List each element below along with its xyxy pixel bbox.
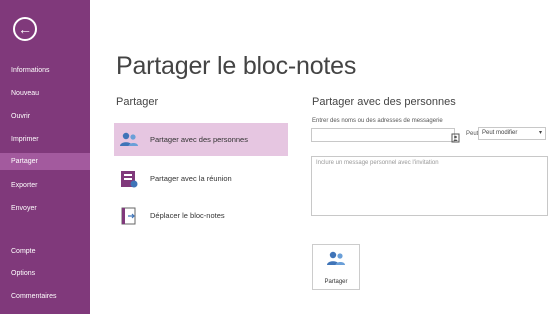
move-notebook-icon	[118, 205, 140, 227]
panel-title: Partager avec des personnes	[312, 96, 456, 108]
move-notebook-option[interactable]: Déplacer le bloc-notes	[114, 199, 288, 232]
permission-label: Peut	[466, 131, 479, 137]
personal-message-field[interactable]: Inclure un message personnel avec l'invi…	[311, 156, 548, 216]
page-title: Partager le bloc-notes	[116, 52, 357, 80]
sidebar-item-compte[interactable]: Compte	[0, 243, 90, 260]
chevron-down-icon: ▾	[538, 130, 542, 136]
address-book-icon[interactable]	[451, 130, 461, 143]
sidebar-item-exporter[interactable]: Exporter	[0, 177, 90, 194]
permission-select[interactable]: Peut modifier ▾	[478, 127, 546, 140]
backstage-sidebar: ← Informations Nouveau Ouvrir Imprimer P…	[0, 0, 90, 314]
sidebar-item-informations[interactable]: Informations	[0, 62, 90, 79]
names-input[interactable]	[311, 128, 455, 142]
onenote-backstage: ← Informations Nouveau Ouvrir Imprimer P…	[0, 0, 552, 314]
share-button-label: Partager	[324, 278, 348, 285]
share-button[interactable]: Partager	[312, 244, 360, 290]
move-notebook-label: Déplacer le bloc-notes	[150, 211, 225, 220]
sidebar-item-envoyer[interactable]: Envoyer	[0, 200, 90, 217]
back-arrow-icon[interactable]: ←	[13, 17, 37, 41]
people-share-icon	[118, 129, 140, 151]
sidebar-item-nouveau[interactable]: Nouveau	[0, 85, 90, 102]
people-share-icon	[325, 250, 347, 273]
share-with-people-label: Partager avec des personnes	[150, 135, 248, 144]
sidebar-item-commentaires[interactable]: Commentaires	[0, 288, 90, 305]
share-with-meeting-option[interactable]: Partager avec la réunion	[114, 162, 288, 195]
share-with-meeting-label: Partager avec la réunion	[150, 174, 232, 183]
section-title: Partager	[116, 96, 159, 108]
sidebar-item-imprimer[interactable]: Imprimer	[0, 131, 90, 148]
meeting-share-icon	[118, 168, 140, 190]
sidebar-item-partager[interactable]: Partager	[0, 153, 90, 170]
permission-value: Peut modifier	[482, 130, 518, 136]
share-with-people-option[interactable]: Partager avec des personnes	[114, 123, 288, 156]
sidebar-item-options[interactable]: Options	[0, 265, 90, 282]
sidebar-item-ouvrir[interactable]: Ouvrir	[0, 108, 90, 125]
names-field-label: Entrer des noms ou des adresses de messa…	[312, 118, 443, 124]
